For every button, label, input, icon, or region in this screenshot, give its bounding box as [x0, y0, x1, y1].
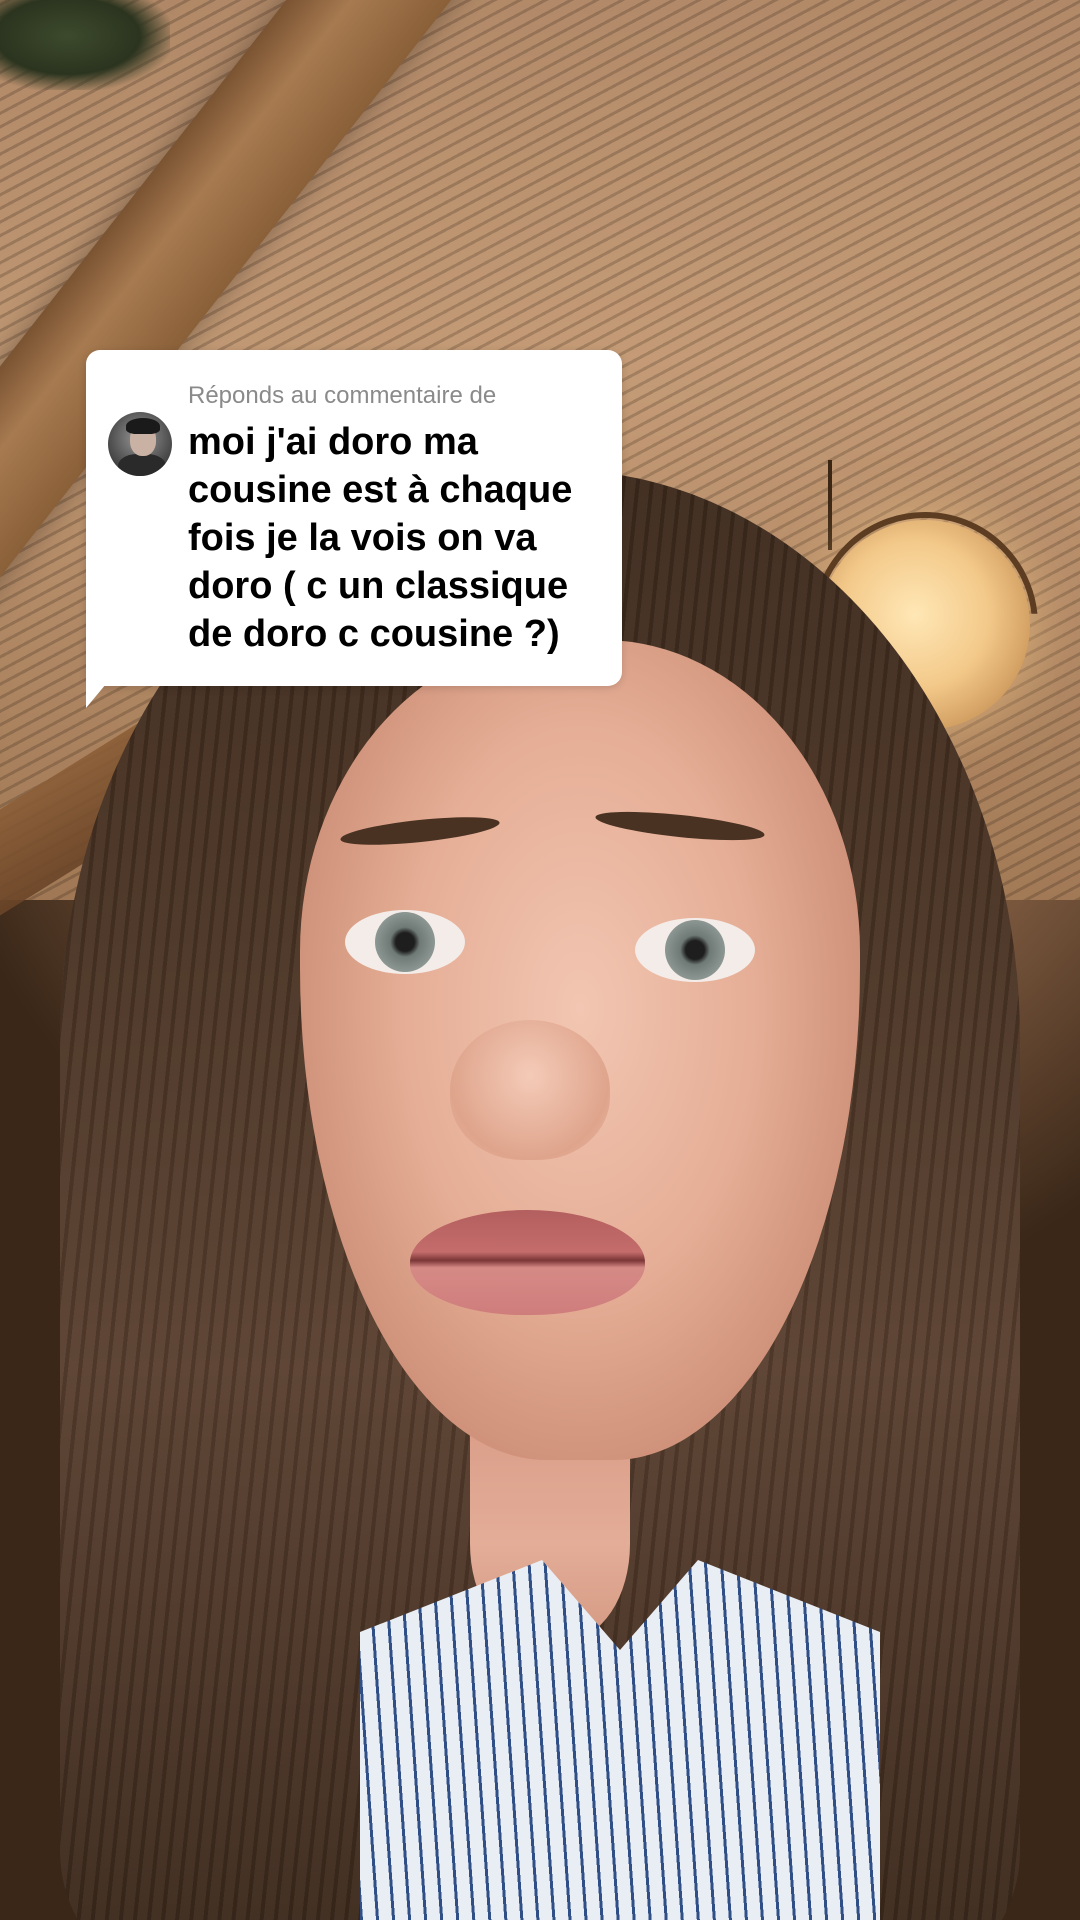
lips — [410, 1210, 645, 1315]
comment-reply-sticker[interactable]: Réponds au commentaire de moi j'ai doro … — [86, 350, 622, 686]
comment-text: moi j'ai doro ma cousine est à chaque fo… — [188, 418, 612, 658]
plant — [0, 0, 170, 90]
left-iris — [375, 912, 435, 972]
avatar-body — [118, 454, 166, 476]
reply-sticker-tail — [86, 672, 116, 708]
avatar-hair — [126, 418, 160, 434]
commenter-avatar-icon[interactable] — [108, 412, 172, 476]
reply-header: Réponds au commentaire de — [188, 382, 497, 409]
comment-line: de doro c cousine ?) — [188, 613, 560, 655]
comment-line: moi j'ai doro ma — [188, 421, 478, 463]
comment-line: fois je la vois on va — [188, 517, 537, 559]
nose — [450, 1020, 610, 1160]
right-eye — [635, 918, 755, 982]
video-frame — [0, 0, 1080, 1920]
lamp-cord — [828, 460, 832, 550]
comment-line: doro ( c un classique — [188, 565, 569, 607]
comment-line: cousine est à chaque — [188, 469, 573, 511]
right-iris — [665, 920, 725, 980]
video-screen[interactable]: Réponds au commentaire de moi j'ai doro … — [0, 0, 1080, 1920]
left-eye — [345, 910, 465, 974]
